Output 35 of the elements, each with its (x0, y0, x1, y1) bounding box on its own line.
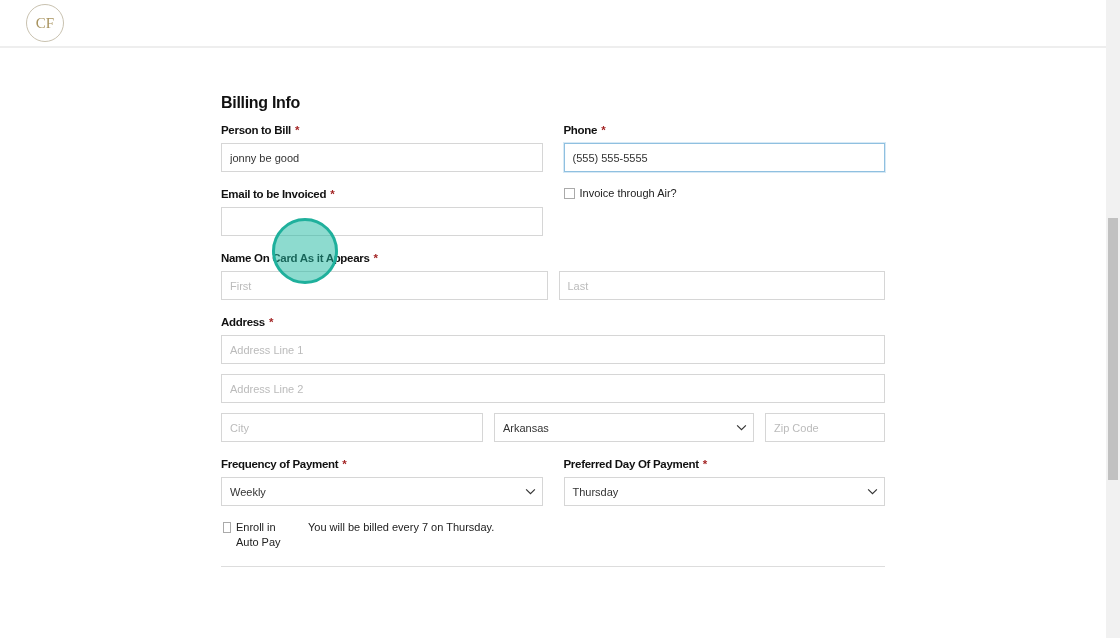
required-mark: * (330, 188, 335, 200)
required-mark: * (342, 458, 347, 470)
scrollbar-thumb[interactable] (1108, 218, 1118, 480)
chevron-down-icon (524, 488, 536, 495)
billing-note: You will be billed every 7 on Thursday. (308, 521, 495, 535)
required-mark: * (294, 124, 300, 136)
section-title: Billing Info (221, 94, 302, 112)
checkbox-label[interactable]: Enroll in Auto Pay (235, 520, 293, 550)
field-label: Address (221, 316, 265, 328)
input-field[interactable]: (555) 555-5555 (563, 143, 885, 172)
chevron-down-icon (867, 488, 878, 495)
input-field[interactable] (221, 207, 543, 236)
input-field[interactable]: City (221, 413, 483, 442)
field-label: Email to be Invoiced (221, 188, 327, 200)
dropdown[interactable]: Thursday (563, 477, 885, 506)
checkbox-label[interactable]: Invoice through Air? (579, 186, 677, 200)
checkbox[interactable] (563, 188, 575, 199)
field-label: Phone (563, 124, 598, 136)
chevron-down-icon (736, 424, 747, 431)
input-field[interactable]: jonny be good (221, 143, 543, 172)
input-field[interactable]: Zip Code (765, 413, 885, 442)
input-field[interactable]: Last (558, 271, 885, 300)
required-mark: * (373, 252, 378, 264)
field-label: Frequency of Payment (221, 458, 339, 470)
input-field[interactable]: Address Line 1 (221, 335, 885, 364)
input-field[interactable]: Address Line 2 (221, 374, 885, 403)
dropdown[interactable]: Arkansas (494, 413, 754, 442)
required-mark: * (702, 458, 708, 470)
dropdown[interactable]: Weekly (221, 477, 543, 506)
required-mark: * (268, 316, 274, 328)
field-label: Person to Bill (221, 124, 291, 136)
input-field[interactable]: First (221, 271, 548, 300)
field-label: Preferred Day Of Payment (563, 458, 699, 470)
required-mark: * (601, 124, 606, 136)
checkbox[interactable] (223, 522, 231, 533)
